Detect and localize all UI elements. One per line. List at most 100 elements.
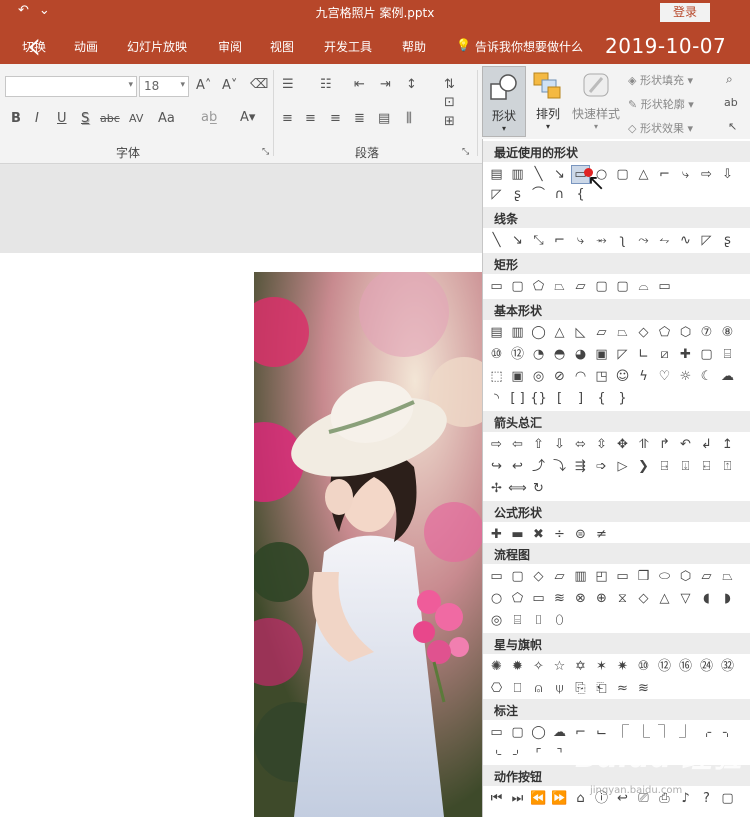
curved-left-arrow-icon[interactable]: ↩	[508, 457, 527, 476]
up-down-arrow-icon[interactable]: ⇳	[592, 435, 611, 454]
pie-icon[interactable]: ◔	[529, 345, 548, 364]
24-point-star-icon[interactable]: ㉔	[697, 657, 716, 676]
left-arrow-icon[interactable]: ⇦	[508, 435, 527, 454]
double-brace-icon[interactable]: {}	[529, 389, 548, 408]
quad-arrow-callout-icon[interactable]: ✢	[487, 479, 506, 498]
double-wave-icon[interactable]: ≋	[634, 679, 653, 698]
font-color-icon[interactable]: A▾	[240, 110, 255, 125]
collate-icon[interactable]: ⧖	[613, 589, 632, 608]
right-bracket-icon[interactable]: ]	[571, 389, 590, 408]
curve-icon[interactable]: ∿	[676, 231, 695, 250]
notched-right-arrow-icon[interactable]: ➩	[592, 457, 611, 476]
elbow-connector-icon[interactable]: ⌐	[655, 165, 674, 184]
freeform-icon[interactable]: ◸	[487, 185, 506, 204]
down-arrow-icon[interactable]: ⇩	[718, 165, 737, 184]
6-point-star-icon[interactable]: ✡	[571, 657, 590, 676]
right-triangle-icon[interactable]: ◺	[571, 323, 590, 342]
pentagon-icon[interactable]: ⬠	[655, 323, 674, 342]
line-icon[interactable]: ╲	[529, 165, 548, 184]
action-beginning-icon[interactable]: ⏪	[529, 789, 548, 808]
left-right-arrow-callout-icon[interactable]: ⟺	[508, 479, 527, 498]
smiley-face-icon[interactable]: ☺	[613, 367, 632, 386]
increase-indent-icon[interactable]: ⇥	[380, 77, 391, 92]
elbow-connector-icon[interactable]: ⌐	[550, 231, 569, 250]
left-brace-icon[interactable]: {	[592, 389, 611, 408]
block-arc-icon[interactable]: ◠	[571, 367, 590, 386]
minus-icon[interactable]: ▬	[508, 525, 527, 544]
line-spacing-icon[interactable]: ↕	[406, 77, 417, 92]
scribble-icon[interactable]: ʂ	[508, 185, 527, 204]
double-arrow-line-icon[interactable]: ⤡	[529, 231, 548, 250]
font-size-select[interactable]: 18 ▾	[139, 76, 189, 97]
cloud-icon[interactable]: ☁	[718, 367, 737, 386]
divide-icon[interactable]: ÷	[550, 525, 569, 544]
cube-icon[interactable]: ⬚	[487, 367, 506, 386]
bent-arrow-icon[interactable]: ↱	[655, 435, 674, 454]
left-bracket-icon[interactable]: [	[550, 389, 569, 408]
tab-animations[interactable]: 动画	[74, 38, 98, 55]
tab-developer[interactable]: 开发工具	[324, 38, 372, 55]
data-icon[interactable]: ▱	[550, 567, 569, 586]
arrow-line-icon[interactable]: ↘	[508, 231, 527, 250]
display-icon[interactable]: ⬯	[550, 611, 569, 630]
oval-callout-icon[interactable]: ◯	[529, 723, 548, 742]
quick-styles-button[interactable]: 快速样式 ▾	[568, 70, 624, 132]
preparation-icon[interactable]: ⬡	[676, 567, 695, 586]
vertical-textbox-icon[interactable]: ▥	[508, 165, 527, 184]
shape-effects-button[interactable]: ◇ 形状效果 ▾	[628, 120, 693, 136]
curved-up-arrow-icon[interactable]: ⤴	[529, 457, 548, 476]
action-home-icon[interactable]: ⌂	[571, 789, 590, 808]
line-callout-border-3-icon[interactable]: ⌎	[487, 745, 506, 764]
no-symbol-icon[interactable]: ⊘	[550, 367, 569, 386]
horizontal-scroll-icon[interactable]: ⎗	[592, 679, 611, 698]
extract-icon[interactable]: △	[655, 589, 674, 608]
dialog-launcher-icon[interactable]: ⤡	[462, 147, 469, 157]
font-name-select[interactable]: ▾	[5, 76, 137, 97]
bullets-icon[interactable]: ☰	[282, 77, 294, 92]
plus-icon[interactable]: ✚	[487, 525, 506, 544]
10-point-star-icon[interactable]: ⑩	[634, 657, 653, 676]
quad-arrow-icon[interactable]: ✥	[613, 435, 632, 454]
circular-arrow-icon[interactable]: ↻	[529, 479, 548, 498]
elbow-arrow-connector-icon[interactable]: ⤷	[571, 231, 590, 250]
moon-icon[interactable]: ☾	[697, 367, 716, 386]
terminator-icon[interactable]: ⬭	[655, 567, 674, 586]
summing-junction-icon[interactable]: ⊗	[571, 589, 590, 608]
bold-button[interactable]: B	[11, 111, 21, 126]
align-center-icon[interactable]: ≡	[305, 111, 316, 126]
right-arrow-icon[interactable]: ⇨	[487, 435, 506, 454]
callout-accent-border-1-icon[interactable]: ⌏	[508, 745, 527, 764]
curved-down-arrow-icon[interactable]: ⤵	[550, 457, 569, 476]
curved-ribbon-up-icon[interactable]: ⍝	[529, 679, 548, 698]
curve-icon[interactable]: ⌒	[529, 185, 548, 204]
trapezoid-icon[interactable]: ⏢	[613, 323, 632, 342]
tab-review[interactable]: 审阅	[218, 38, 242, 55]
plaque-icon[interactable]: ▢	[697, 345, 716, 364]
magnetic-disk-icon[interactable]: ⌸	[508, 611, 527, 630]
document-icon[interactable]: ▭	[613, 567, 632, 586]
rounded-rectangle-icon[interactable]: ▢	[613, 165, 632, 184]
rounded-rect-callout-icon[interactable]: ▢	[508, 723, 527, 742]
decrease-indent-icon[interactable]: ⇤	[354, 77, 365, 92]
right-brace-icon[interactable]: }	[613, 389, 632, 408]
heptagon-icon[interactable]: ⑦	[697, 323, 716, 342]
down-arrow-icon[interactable]: ⇩	[550, 435, 569, 454]
align-text-icon[interactable]: ⊡	[444, 95, 455, 110]
folded-corner-icon[interactable]: ◳	[592, 367, 611, 386]
shapes-button[interactable]: 形状 ▾	[482, 66, 526, 137]
or-icon[interactable]: ⊕	[592, 589, 611, 608]
replace-icon[interactable]: ab	[724, 96, 738, 109]
teardrop-icon[interactable]: ◕	[571, 345, 590, 364]
manual-input-icon[interactable]: ⏥	[697, 567, 716, 586]
callout-accent-border-3-icon[interactable]: ⌝	[550, 745, 569, 764]
curved-arrow-connector-icon[interactable]: ⤳	[634, 231, 653, 250]
decagon-icon[interactable]: ⑩	[487, 345, 506, 364]
round-same-side-icon[interactable]: ⌓	[634, 277, 653, 296]
tab-slideshow[interactable]: 幻灯片放映	[127, 38, 187, 55]
alternate-process-icon[interactable]: ▢	[508, 567, 527, 586]
cross-icon[interactable]: ✚	[676, 345, 695, 364]
lightning-bolt-icon[interactable]: ϟ	[634, 367, 653, 386]
shape-outline-button[interactable]: ✎ 形状轮廓 ▾	[628, 96, 694, 112]
arc-icon[interactable]: ◝	[487, 389, 506, 408]
arc-icon[interactable]: ∩	[550, 185, 569, 204]
